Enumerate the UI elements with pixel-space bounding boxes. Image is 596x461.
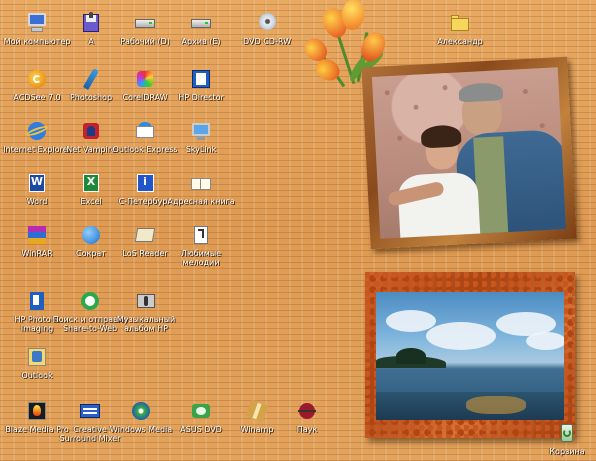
desktop-icon-label: Любимые мелодии bbox=[180, 249, 222, 267]
windows-media-icon bbox=[130, 400, 152, 422]
desktop-icon-drive-e[interactable]: Архив (E) bbox=[166, 12, 236, 46]
winrar-icon bbox=[26, 224, 48, 246]
desktop-icon-label: Net Vampire bbox=[66, 145, 116, 154]
desktop-icon-label: С-Петербург bbox=[118, 197, 172, 206]
reader-icon bbox=[134, 224, 156, 246]
desktop-icon-outlook[interactable]: Outlook bbox=[2, 346, 72, 380]
hard-drive-icon bbox=[190, 12, 212, 34]
desktop-icon-address-book[interactable]: Адресная книга bbox=[166, 172, 236, 206]
desktop-icon-label: ACDSee 7.0 bbox=[13, 93, 61, 102]
hard-drive-icon bbox=[134, 12, 156, 34]
photoshop-feather-icon bbox=[80, 67, 102, 91]
desktop-icon-hp-director[interactable]: HP Director bbox=[166, 68, 236, 102]
desktop-icon-label: WinRAR bbox=[21, 249, 53, 258]
outlook-express-icon bbox=[134, 120, 156, 142]
desktop-icon-label: Паук bbox=[296, 425, 318, 434]
desktop-icon-label: Музыкальный альбом HP bbox=[116, 315, 176, 333]
share-to-web-icon bbox=[79, 290, 101, 312]
hp-imaging-icon bbox=[26, 290, 48, 312]
winamp-icon bbox=[245, 399, 269, 423]
internet-explorer-icon bbox=[25, 120, 49, 142]
floppy-drive-icon bbox=[80, 12, 102, 34]
desktop-icon-hp-music-album[interactable]: Музыкальный альбом HP bbox=[106, 290, 186, 333]
desktop-icon-label: LoS Reader bbox=[122, 249, 168, 258]
desktop-icon-label: Рабочий (D) bbox=[120, 37, 170, 46]
desktop-icon-folder-alexander[interactable]: Александр bbox=[425, 12, 495, 46]
desktop-icon-label: DVD CD-RW bbox=[243, 37, 291, 46]
net-vampire-icon bbox=[80, 120, 102, 142]
spider-solitaire-icon bbox=[296, 400, 318, 422]
desktop-icon-spider[interactable]: Паук bbox=[272, 400, 342, 434]
acdsee-icon bbox=[26, 68, 48, 90]
globe-icon bbox=[80, 224, 102, 246]
excel-icon: X bbox=[80, 172, 102, 194]
cd-drive-icon bbox=[256, 12, 278, 34]
music-file-icon bbox=[190, 224, 212, 246]
desktop-icon-dvd[interactable]: DVD CD-RW bbox=[232, 12, 302, 46]
blaze-media-icon bbox=[26, 400, 48, 422]
desktop-icon-favorite-melodies[interactable]: Любимые мелодии bbox=[166, 224, 236, 267]
desktop-icon-label: A bbox=[88, 37, 94, 46]
info-icon: i bbox=[134, 172, 156, 194]
landscape-photo-frame bbox=[365, 272, 575, 438]
my-computer-icon bbox=[26, 12, 48, 34]
address-book-icon bbox=[190, 172, 212, 194]
desktop-icon-label: ASUS DVD bbox=[180, 425, 222, 434]
desktop-icon-label: Outlook bbox=[21, 371, 53, 380]
recycle-bin-icon bbox=[556, 422, 578, 444]
desktop-icon-recycle-bin[interactable]: Корзина bbox=[538, 422, 596, 456]
desktop-icon-label: Excel bbox=[80, 197, 102, 206]
desktop-icon-label: Winamp bbox=[240, 425, 274, 434]
desktop-icon-label: Архив (E) bbox=[181, 37, 221, 46]
desktop-icon-label: Сократ bbox=[76, 249, 106, 258]
desktop-icon-label: Word bbox=[26, 197, 48, 206]
desktop-icon-label: Windows Media bbox=[109, 425, 173, 434]
music-album-icon bbox=[135, 290, 157, 312]
desktop-icon-label: SkyLink bbox=[185, 145, 217, 154]
family-photo-frame bbox=[361, 56, 577, 250]
desktop-icon-label: Корзина bbox=[549, 447, 585, 456]
desktop-icon-skylink[interactable]: SkyLink bbox=[166, 120, 236, 154]
desktop-icon-label: Александр bbox=[437, 37, 483, 46]
desktop-icon-label: Адресная книга bbox=[167, 197, 235, 206]
desktop-icon-label: HP Director bbox=[178, 93, 224, 102]
folder-icon bbox=[449, 12, 471, 34]
outlook-icon bbox=[26, 346, 48, 368]
coreldraw-icon bbox=[134, 68, 156, 90]
hp-director-icon bbox=[190, 68, 212, 90]
word-icon: W bbox=[26, 172, 48, 194]
asus-dvd-icon bbox=[190, 400, 212, 422]
creative-mixer-icon bbox=[79, 400, 101, 422]
desktop-icon-label: Photoshop bbox=[69, 93, 113, 102]
desktop-icon-label: CorelDRAW bbox=[122, 93, 168, 102]
skylink-icon bbox=[190, 120, 212, 142]
